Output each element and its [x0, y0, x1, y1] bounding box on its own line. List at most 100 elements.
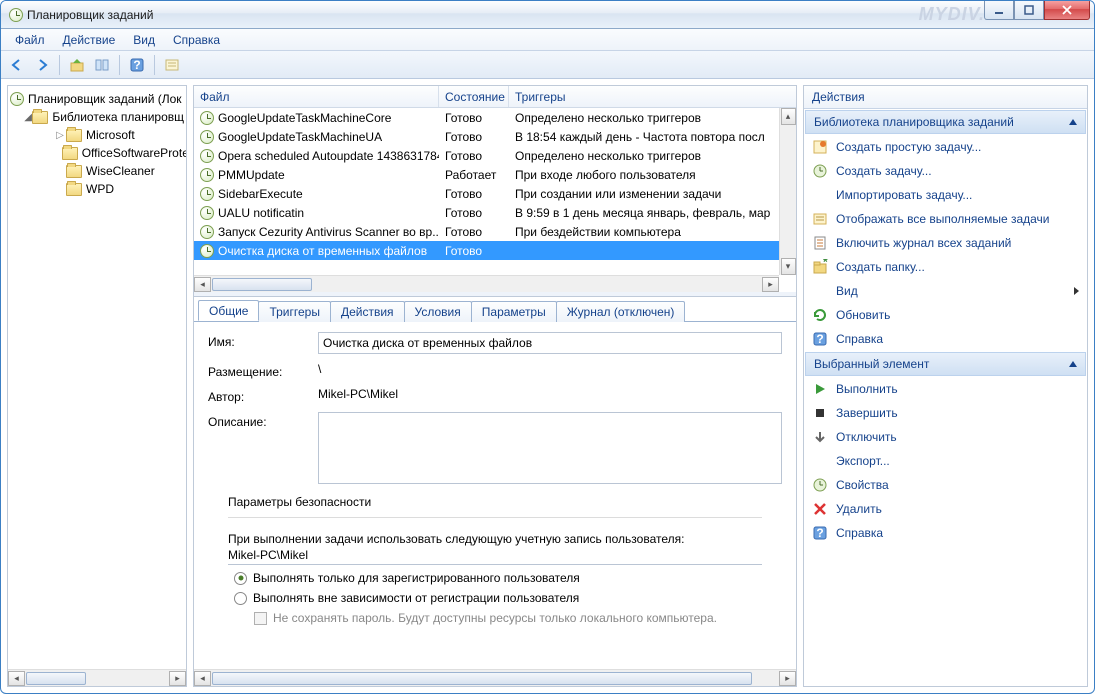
- task-row[interactable]: SidebarExecute Готово При создании или и…: [194, 184, 779, 203]
- task-name: UALU notificatin: [218, 206, 304, 220]
- maximize-button[interactable]: [1014, 1, 1044, 20]
- task-trigger: Определено несколько триггеров: [509, 111, 779, 125]
- panes-button[interactable]: [91, 54, 113, 76]
- tree-item-label: WiseCleaner: [86, 164, 155, 178]
- action-icon: ?: [812, 525, 828, 541]
- svg-text:*: *: [823, 259, 828, 269]
- action-item[interactable]: Обновить: [804, 303, 1087, 327]
- task-icon: [200, 168, 214, 182]
- tabs: Общие Триггеры Действия Условия Параметр…: [194, 297, 796, 321]
- action-icon: [812, 187, 828, 203]
- tree-root[interactable]: Планировщик заданий (Лок: [10, 90, 184, 108]
- input-description[interactable]: [318, 412, 782, 484]
- radio-whether-logged-label: Выполнять вне зависимости от регистрации…: [253, 591, 579, 605]
- detail-scrollbar[interactable]: ◂▸: [194, 669, 796, 686]
- up-button[interactable]: [66, 54, 88, 76]
- menu-bar: Файл Действие Вид Справка: [1, 29, 1094, 51]
- expander-icon[interactable]: ▷: [54, 130, 66, 141]
- task-scrollbar-v[interactable]: ▴▾: [779, 108, 796, 275]
- menu-help[interactable]: Справка: [165, 31, 228, 49]
- action-item[interactable]: Выполнить: [804, 377, 1087, 401]
- action-label: Экспорт...: [836, 454, 890, 468]
- actions-section-selected[interactable]: Выбранный элемент: [805, 352, 1086, 376]
- action-item[interactable]: Удалить: [804, 497, 1087, 521]
- action-icon: [812, 283, 828, 299]
- action-icon: [812, 211, 828, 227]
- task-state: Готово: [439, 206, 509, 220]
- action-icon: [812, 453, 828, 469]
- action-icon: [812, 235, 828, 251]
- task-trigger: При входе любого пользователя: [509, 168, 779, 182]
- action-item[interactable]: ?Справка: [804, 327, 1087, 351]
- action-item[interactable]: Создать задачу...: [804, 159, 1087, 183]
- task-icon: [200, 225, 214, 239]
- action-item[interactable]: Отключить: [804, 425, 1087, 449]
- action-label: Включить журнал всех заданий: [836, 236, 1011, 250]
- task-row[interactable]: UALU notificatin Готово В 9:59 в 1 день …: [194, 203, 779, 222]
- expander-icon[interactable]: ◢: [24, 112, 32, 123]
- col-state[interactable]: Состояние: [439, 86, 509, 107]
- task-icon: [200, 244, 214, 258]
- action-item[interactable]: Свойства: [804, 473, 1087, 497]
- action-item[interactable]: Экспорт...: [804, 449, 1087, 473]
- action-item[interactable]: ?Справка: [804, 521, 1087, 545]
- detail-pane: Общие Триггеры Действия Условия Параметр…: [194, 296, 796, 686]
- actions-panel: Действия Библиотека планировщика заданий…: [803, 85, 1088, 687]
- close-button[interactable]: [1044, 1, 1090, 20]
- forward-button[interactable]: [31, 54, 53, 76]
- tree-item-wpd[interactable]: ▷ WPD: [10, 180, 184, 198]
- tree-library[interactable]: ◢ Библиотека планировщ: [10, 108, 184, 126]
- menu-view[interactable]: Вид: [125, 31, 163, 49]
- label-name: Имя:: [208, 332, 318, 349]
- tab-history[interactable]: Журнал (отключен): [556, 301, 686, 322]
- col-trigger[interactable]: Триггеры: [509, 86, 779, 107]
- task-scrollbar-h[interactable]: ◂▸: [194, 275, 779, 292]
- task-row[interactable]: Запуск Cezurity Antivirus Scanner во вр.…: [194, 222, 779, 241]
- menu-action[interactable]: Действие: [55, 31, 124, 49]
- tab-conditions[interactable]: Условия: [404, 301, 472, 322]
- col-file[interactable]: Файл: [194, 86, 439, 107]
- action-item[interactable]: Создать простую задачу...: [804, 135, 1087, 159]
- tree-item-microsoft[interactable]: ▷ Microsoft: [10, 126, 184, 144]
- tab-settings[interactable]: Параметры: [471, 301, 557, 322]
- input-name[interactable]: [318, 332, 782, 354]
- minimize-button[interactable]: [984, 1, 1014, 20]
- help-button[interactable]: ?: [126, 54, 148, 76]
- action-item[interactable]: Вид: [804, 279, 1087, 303]
- task-icon: [200, 187, 214, 201]
- tree-item-wisecleaner[interactable]: ▷ WiseCleaner: [10, 162, 184, 180]
- task-state: Готово: [439, 111, 509, 125]
- task-trigger: При создании или изменении задачи: [509, 187, 779, 201]
- value-location: \: [318, 362, 782, 376]
- action-item[interactable]: Завершить: [804, 401, 1087, 425]
- action-item[interactable]: Импортировать задачу...: [804, 183, 1087, 207]
- tab-content: Имя: Размещение: \ Автор: Mikel-PC\Mikel: [194, 321, 796, 669]
- action-icon: *: [812, 259, 828, 275]
- action-item[interactable]: Включить журнал всех заданий: [804, 231, 1087, 255]
- tab-triggers[interactable]: Триггеры: [258, 301, 331, 322]
- label-author: Автор:: [208, 387, 318, 404]
- window-title: Планировщик заданий: [27, 8, 153, 22]
- tab-general[interactable]: Общие: [198, 300, 259, 321]
- tab-actions[interactable]: Действия: [330, 301, 405, 322]
- task-row[interactable]: Opera scheduled Autoupdate 1438631784 Го…: [194, 146, 779, 165]
- properties-button[interactable]: [161, 54, 183, 76]
- task-row[interactable]: PMMUpdate Работает При входе любого поль…: [194, 165, 779, 184]
- action-item[interactable]: *Создать папку...: [804, 255, 1087, 279]
- action-icon: [812, 429, 828, 445]
- task-row[interactable]: GoogleUpdateTaskMachineCore Готово Опред…: [194, 108, 779, 127]
- menu-file[interactable]: Файл: [7, 31, 53, 49]
- task-name: SidebarExecute: [218, 187, 303, 201]
- actions-section-library[interactable]: Библиотека планировщика заданий: [805, 110, 1086, 134]
- tree-scrollbar[interactable]: ◂▸: [8, 669, 186, 686]
- tree-item-office[interactable]: ▷ OfficeSoftwareProtect: [10, 144, 184, 162]
- svg-text:?: ?: [133, 58, 140, 72]
- action-item[interactable]: Отображать все выполняемые задачи: [804, 207, 1087, 231]
- task-row[interactable]: Очистка диска от временных файлов Готово: [194, 241, 779, 260]
- back-button[interactable]: [6, 54, 28, 76]
- radio-whether-logged[interactable]: [234, 592, 247, 605]
- security-title: Параметры безопасности: [228, 495, 782, 509]
- radio-logged-on[interactable]: [234, 572, 247, 585]
- task-row[interactable]: GoogleUpdateTaskMachineUA Готово В 18:54…: [194, 127, 779, 146]
- action-label: Импортировать задачу...: [836, 188, 972, 202]
